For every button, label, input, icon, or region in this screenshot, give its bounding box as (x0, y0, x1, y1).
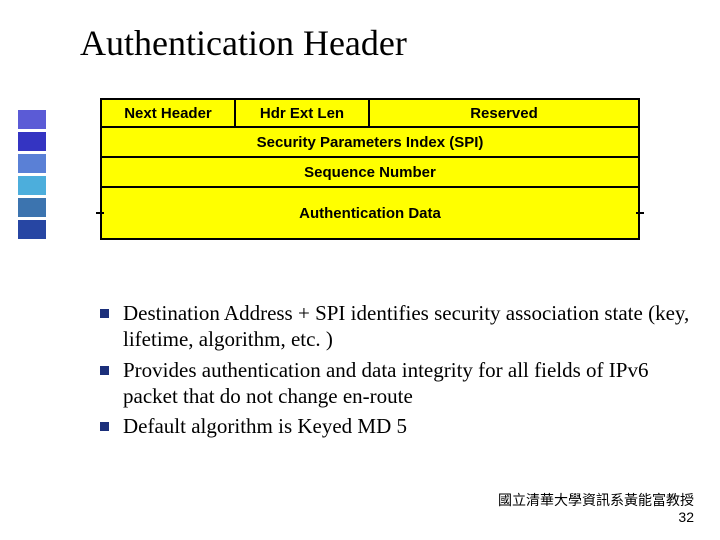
field-hdr-ext-len: Hdr Ext Len (234, 98, 370, 128)
tick-mark (96, 212, 104, 214)
packet-row-1: Next Header Hdr Ext Len Reserved (100, 98, 640, 128)
field-sequence-number: Sequence Number (100, 156, 640, 188)
packet-diagram: Next Header Hdr Ext Len Reserved Securit… (100, 98, 640, 240)
sidebar-block (18, 198, 46, 217)
bullet-text: Default algorithm is Keyed MD 5 (123, 413, 690, 439)
slide-title: Authentication Header (80, 22, 407, 64)
bullet-text: Destination Address + SPI identifies sec… (123, 300, 690, 353)
packet-row-4: Authentication Data (100, 188, 640, 240)
footer-page-number: 32 (498, 509, 694, 526)
sidebar-block (18, 220, 46, 239)
bullet-text: Provides authentication and data integri… (123, 357, 690, 410)
field-next-header: Next Header (100, 98, 236, 128)
sidebar-block (18, 132, 46, 151)
sidebar-block (18, 110, 46, 129)
bullet-icon (100, 309, 109, 318)
field-auth-data-label: Authentication Data (299, 205, 441, 222)
bullet-icon (100, 422, 109, 431)
decorative-sidebar (18, 110, 46, 239)
field-auth-data: Authentication Data (100, 188, 640, 240)
field-spi: Security Parameters Index (SPI) (100, 126, 640, 158)
sidebar-block (18, 176, 46, 195)
footer-affiliation: 國立清華大學資訊系黃能富教授 (498, 492, 694, 509)
bullet-list: Destination Address + SPI identifies sec… (100, 300, 690, 443)
list-item: Default algorithm is Keyed MD 5 (100, 413, 690, 439)
slide-footer: 國立清華大學資訊系黃能富教授 32 (498, 492, 694, 526)
slide: Authentication Header Next Header Hdr Ex… (0, 0, 720, 540)
sidebar-block (18, 154, 46, 173)
field-reserved: Reserved (368, 98, 640, 128)
packet-row-3: Sequence Number (100, 158, 640, 188)
packet-row-2: Security Parameters Index (SPI) (100, 128, 640, 158)
tick-mark (636, 212, 644, 214)
list-item: Provides authentication and data integri… (100, 357, 690, 410)
list-item: Destination Address + SPI identifies sec… (100, 300, 690, 353)
bullet-icon (100, 366, 109, 375)
